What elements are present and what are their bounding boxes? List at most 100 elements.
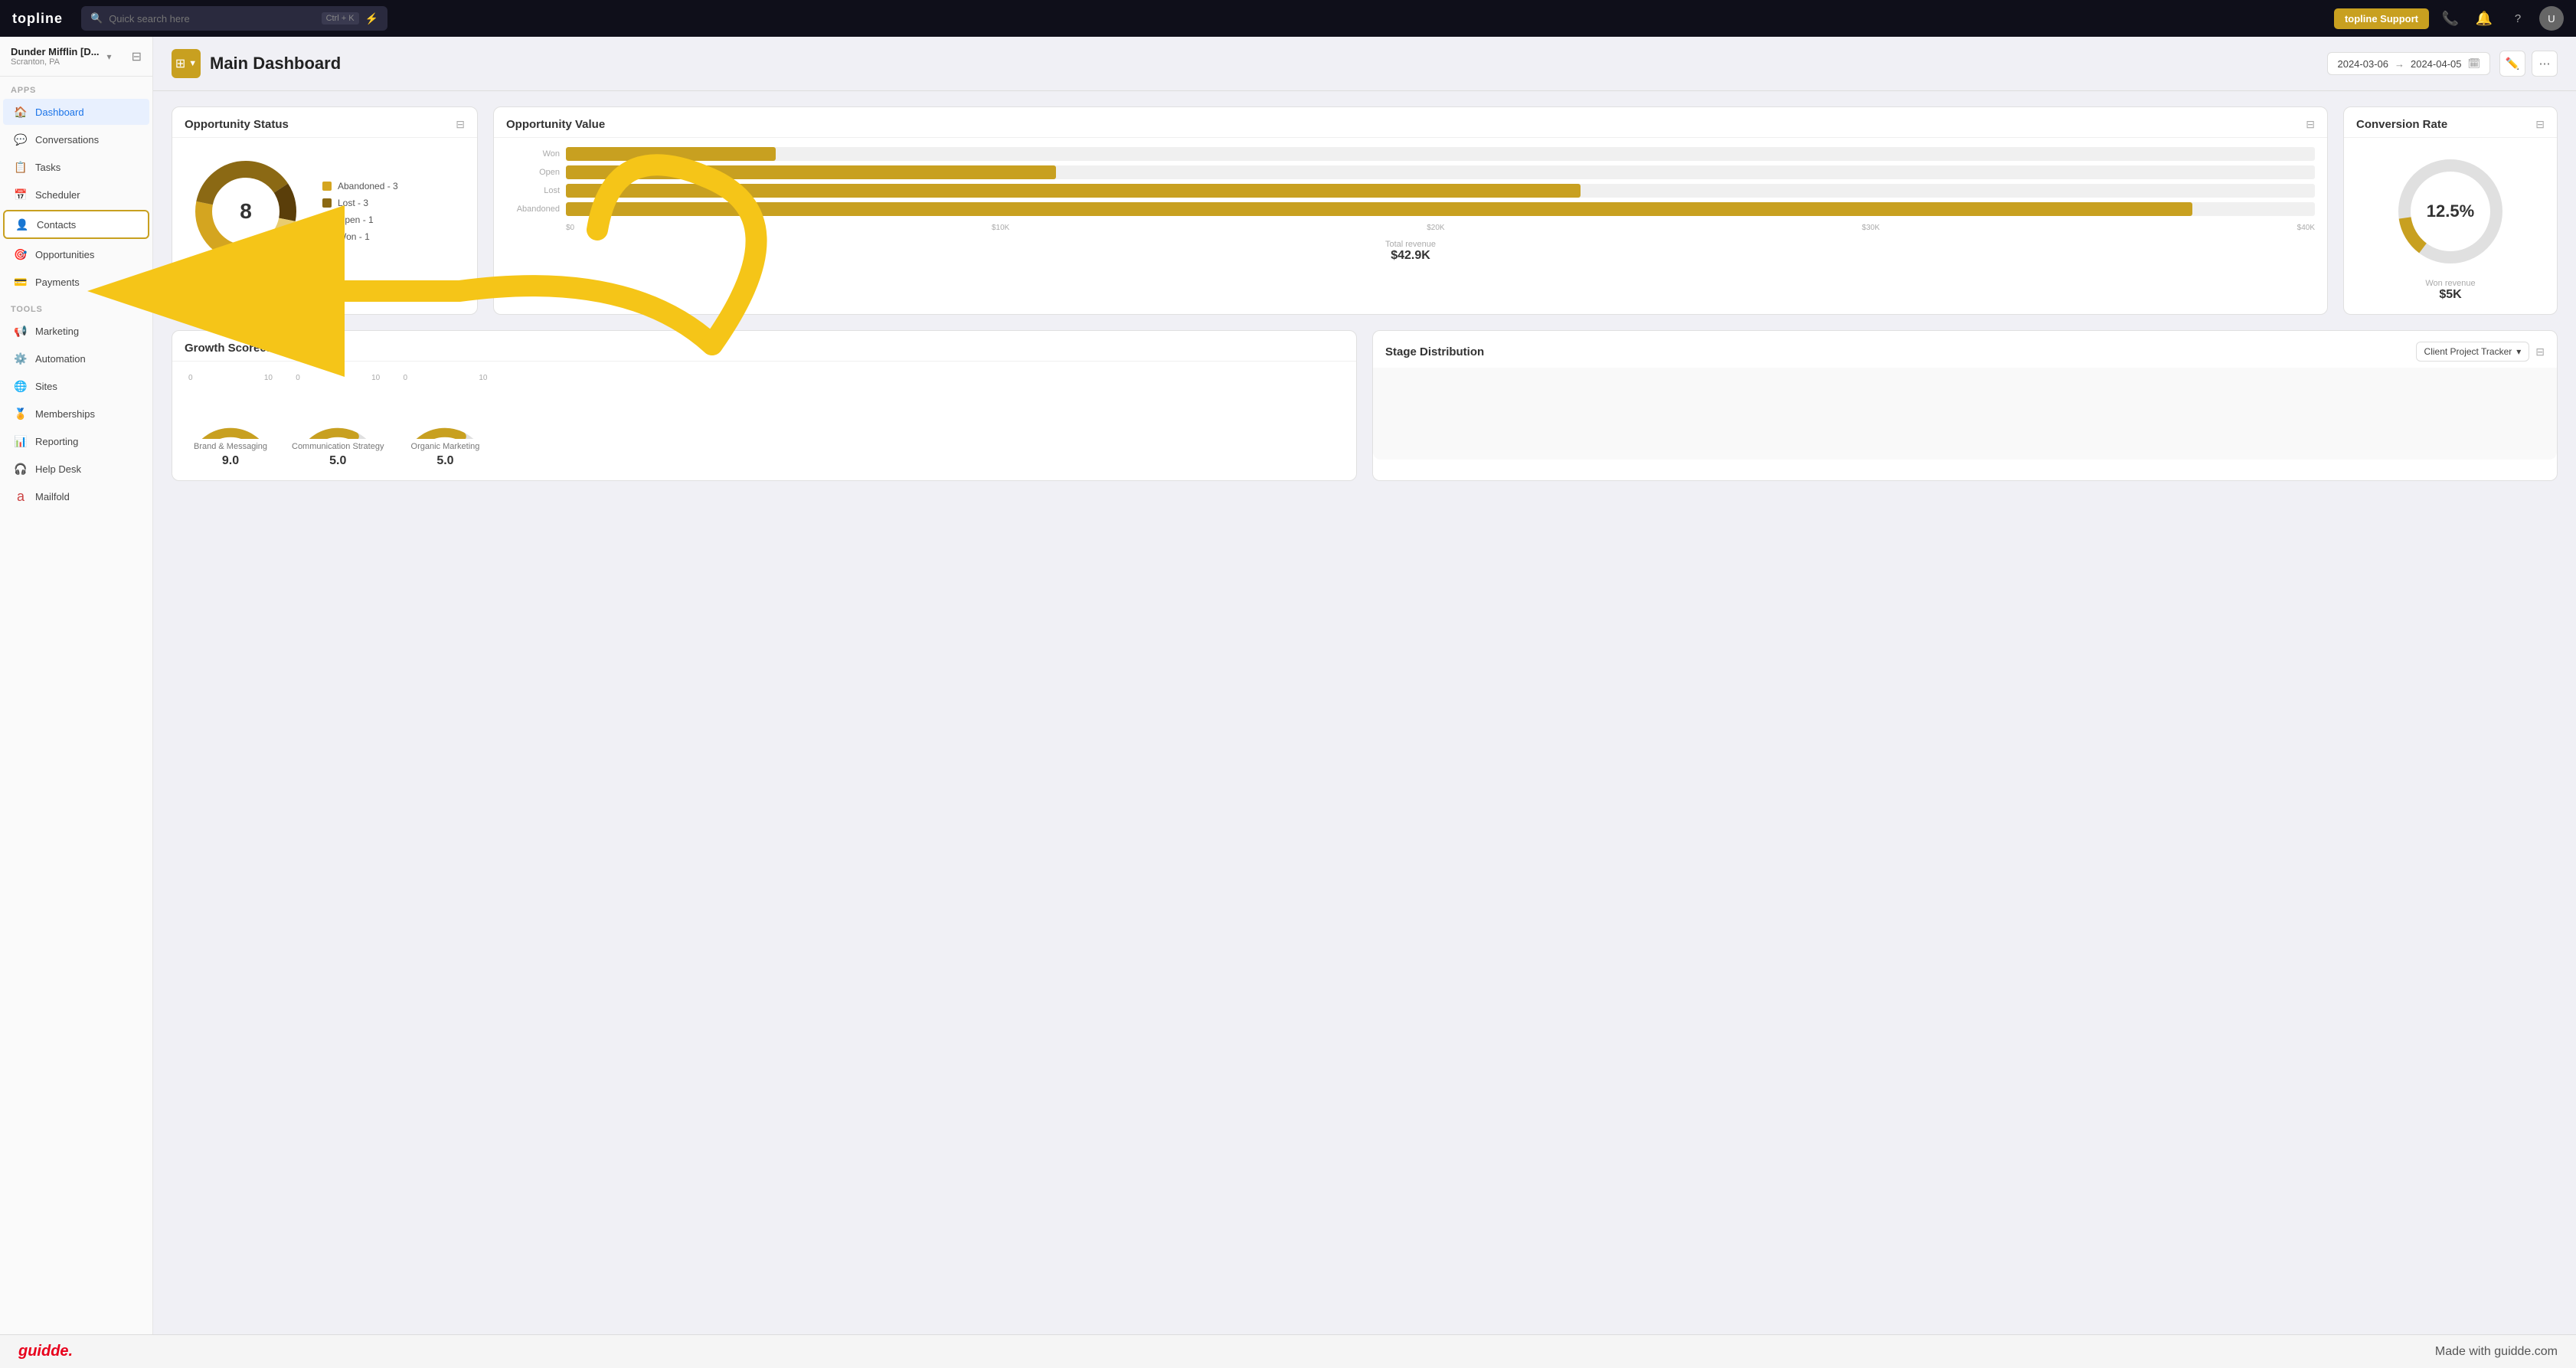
- sidebar-item-opportunities[interactable]: 🎯 Opportunities: [3, 241, 149, 267]
- x-label-3: $30K: [1862, 224, 1879, 232]
- stage-dropdown[interactable]: Client Project Tracker ▾: [2416, 342, 2530, 362]
- avatar[interactable]: U: [2539, 6, 2564, 31]
- gauge-range-organic: 0 10: [403, 374, 487, 382]
- total-revenue-label: Total revenue: [1385, 240, 1436, 249]
- calendar-icon: 🗓: [2467, 57, 2480, 70]
- more-options-button[interactable]: ⋯: [2532, 51, 2558, 77]
- gauge-min-organic: 0: [403, 374, 407, 382]
- bar-track-abandoned: [566, 202, 2315, 216]
- help-icon[interactable]: ?: [2506, 6, 2530, 31]
- edit-button[interactable]: ✏️: [2499, 51, 2525, 77]
- sidebar-item-label: Scheduler: [35, 189, 80, 201]
- total-revenue-value: $42.9K: [1385, 249, 1436, 263]
- opportunity-status-title: Opportunity Status: [185, 118, 289, 131]
- sidebar-item-label: Memberships: [35, 408, 95, 420]
- legend-dot-open: [322, 215, 332, 224]
- sidebar-item-label: Opportunities: [35, 249, 94, 260]
- memberships-icon: 🏅: [14, 407, 28, 421]
- legend-label-lost: Lost - 3: [338, 198, 368, 208]
- chevron-down-icon: ▾: [2516, 346, 2521, 357]
- apps-section-label: Apps: [0, 77, 152, 98]
- dashboard-row-1: Opportunity Status ⊟: [172, 106, 2558, 315]
- bar-fill-abandoned: [566, 202, 2192, 216]
- reporting-icon: 📊: [14, 434, 28, 448]
- sidebar-item-label: Reporting: [35, 436, 78, 447]
- sidebar-item-memberships[interactable]: 🏅 Memberships: [3, 401, 149, 427]
- sidebar-item-marketing[interactable]: 📢 Marketing: [3, 318, 149, 344]
- gauge-max-comm: 10: [371, 374, 380, 382]
- opportunity-status-card: Opportunity Status ⊟: [172, 106, 478, 315]
- sidebar: Dunder Mifflin [D... Scranton, PA ▾ ⊟ Ap…: [0, 37, 153, 1368]
- date-range-picker[interactable]: 2024-03-06 → 2024-04-05 🗓: [2327, 52, 2490, 75]
- sidebar-item-helpdesk[interactable]: 🎧 Help Desk: [3, 456, 149, 482]
- sidebar-item-scheduler[interactable]: 📅 Scheduler: [3, 182, 149, 208]
- header-actions: ✏️ ⋯: [2499, 51, 2558, 77]
- sidebar-item-label: Dashboard: [35, 106, 84, 118]
- filter-icon-conv[interactable]: ⊟: [2535, 118, 2545, 131]
- workspace-selector[interactable]: Dunder Mifflin [D... Scranton, PA ▾ ⊟: [0, 37, 152, 77]
- filter-icon[interactable]: ⊟: [456, 118, 465, 131]
- sidebar-item-dashboard[interactable]: 🏠 Dashboard: [3, 99, 149, 125]
- sidebar-item-label: Payments: [35, 277, 80, 288]
- legend-dot-won: [322, 232, 332, 241]
- gauge-brand-messaging: 0 10 Brand & Messaging 9.0: [185, 374, 276, 468]
- lightning-icon: ⚡: [365, 12, 378, 25]
- search-bar[interactable]: 🔍 Ctrl + K ⚡: [81, 6, 387, 31]
- bar-track-won: [566, 147, 2315, 161]
- sidebar-item-label: Help Desk: [35, 463, 81, 475]
- sidebar-item-payments[interactable]: 💳 Payments: [3, 269, 149, 295]
- bar-label-lost: Lost: [506, 186, 560, 195]
- sidebar-item-reporting[interactable]: 📊 Reporting: [3, 428, 149, 454]
- bar-row-lost: Lost: [506, 184, 2315, 198]
- bar-row-open: Open: [506, 165, 2315, 179]
- growth-scorecard-header: Growth Scorecard: [172, 331, 1356, 362]
- filter-icon-value[interactable]: ⊟: [2306, 118, 2315, 131]
- date-to: 2024-04-05: [2411, 58, 2462, 70]
- contacts-icon: 👤: [15, 218, 29, 231]
- marketing-icon: 📢: [14, 324, 28, 338]
- payments-icon: 💳: [14, 275, 28, 289]
- search-input[interactable]: [109, 13, 315, 25]
- stage-dropdown-label: Client Project Tracker: [2424, 346, 2512, 357]
- growth-scorecard-title: Growth Scorecard: [185, 342, 284, 355]
- stage-distribution-card: Stage Distribution Client Project Tracke…: [1372, 330, 2558, 481]
- sidebar-item-automation[interactable]: ⚙️ Automation: [3, 345, 149, 371]
- gauge-max-organic: 10: [479, 374, 487, 382]
- layout-toggle-icon[interactable]: ⊟: [132, 49, 142, 64]
- grid-icon: ⊞: [175, 56, 185, 71]
- sidebar-item-label: Automation: [35, 353, 86, 365]
- sidebar-item-sites[interactable]: 🌐 Sites: [3, 373, 149, 399]
- gauge-chart-organic: [399, 385, 491, 439]
- bar-row-abandoned: Abandoned: [506, 202, 2315, 216]
- main-content: ⊞ ▼ Main Dashboard 2024-03-06 → 2024-04-…: [153, 37, 2576, 1368]
- sidebar-item-label: Tasks: [35, 162, 60, 173]
- bell-icon[interactable]: 🔔: [2472, 6, 2496, 31]
- filter-icon-stage[interactable]: ⊟: [2535, 345, 2545, 358]
- legend-label-abandoned: Abandoned - 3: [338, 181, 398, 191]
- phone-icon[interactable]: 📞: [2438, 6, 2463, 31]
- conversion-rate-card: Conversion Rate ⊟ 12.5% Won revenue: [2343, 106, 2558, 315]
- workspace-subtitle: Scranton, PA: [11, 57, 100, 67]
- sidebar-item-tasks[interactable]: 📋 Tasks: [3, 154, 149, 180]
- bar-fill-lost: [566, 184, 1581, 198]
- workspace-chevron-icon: ▾: [107, 51, 112, 62]
- sidebar-item-mailfold[interactable]: a Mailfold: [3, 483, 149, 509]
- workspace-name: Dunder Mifflin [D...: [11, 46, 100, 57]
- opportunity-status-header: Opportunity Status ⊟: [172, 107, 477, 138]
- gauge-comm-strategy: 0 10 Communication Strategy 5.0: [292, 374, 384, 468]
- support-button[interactable]: topline Support: [2334, 8, 2429, 29]
- x-label-1: $10K: [992, 224, 1009, 232]
- bar-row-won: Won: [506, 147, 2315, 161]
- conversion-rate-body: 12.5% Won revenue $5K: [2344, 138, 2557, 314]
- page-title: Main Dashboard: [210, 54, 2318, 74]
- sidebar-item-contacts[interactable]: 👤 Contacts: [3, 210, 149, 239]
- sidebar-item-conversations[interactable]: 💬 Conversations: [3, 126, 149, 152]
- stage-distribution-title: Stage Distribution: [1385, 345, 1484, 358]
- stage-distribution-body: [1373, 368, 2557, 460]
- won-revenue-value: $5K: [2425, 288, 2475, 302]
- sidebar-item-label: Contacts: [37, 219, 76, 231]
- top-navigation: topline 🔍 Ctrl + K ⚡ topline Support 📞 🔔…: [0, 0, 2576, 37]
- view-toggle-button[interactable]: ⊞ ▼: [172, 49, 201, 78]
- legend-open: Open - 1: [322, 214, 398, 225]
- legend-dot-abandoned: [322, 182, 332, 191]
